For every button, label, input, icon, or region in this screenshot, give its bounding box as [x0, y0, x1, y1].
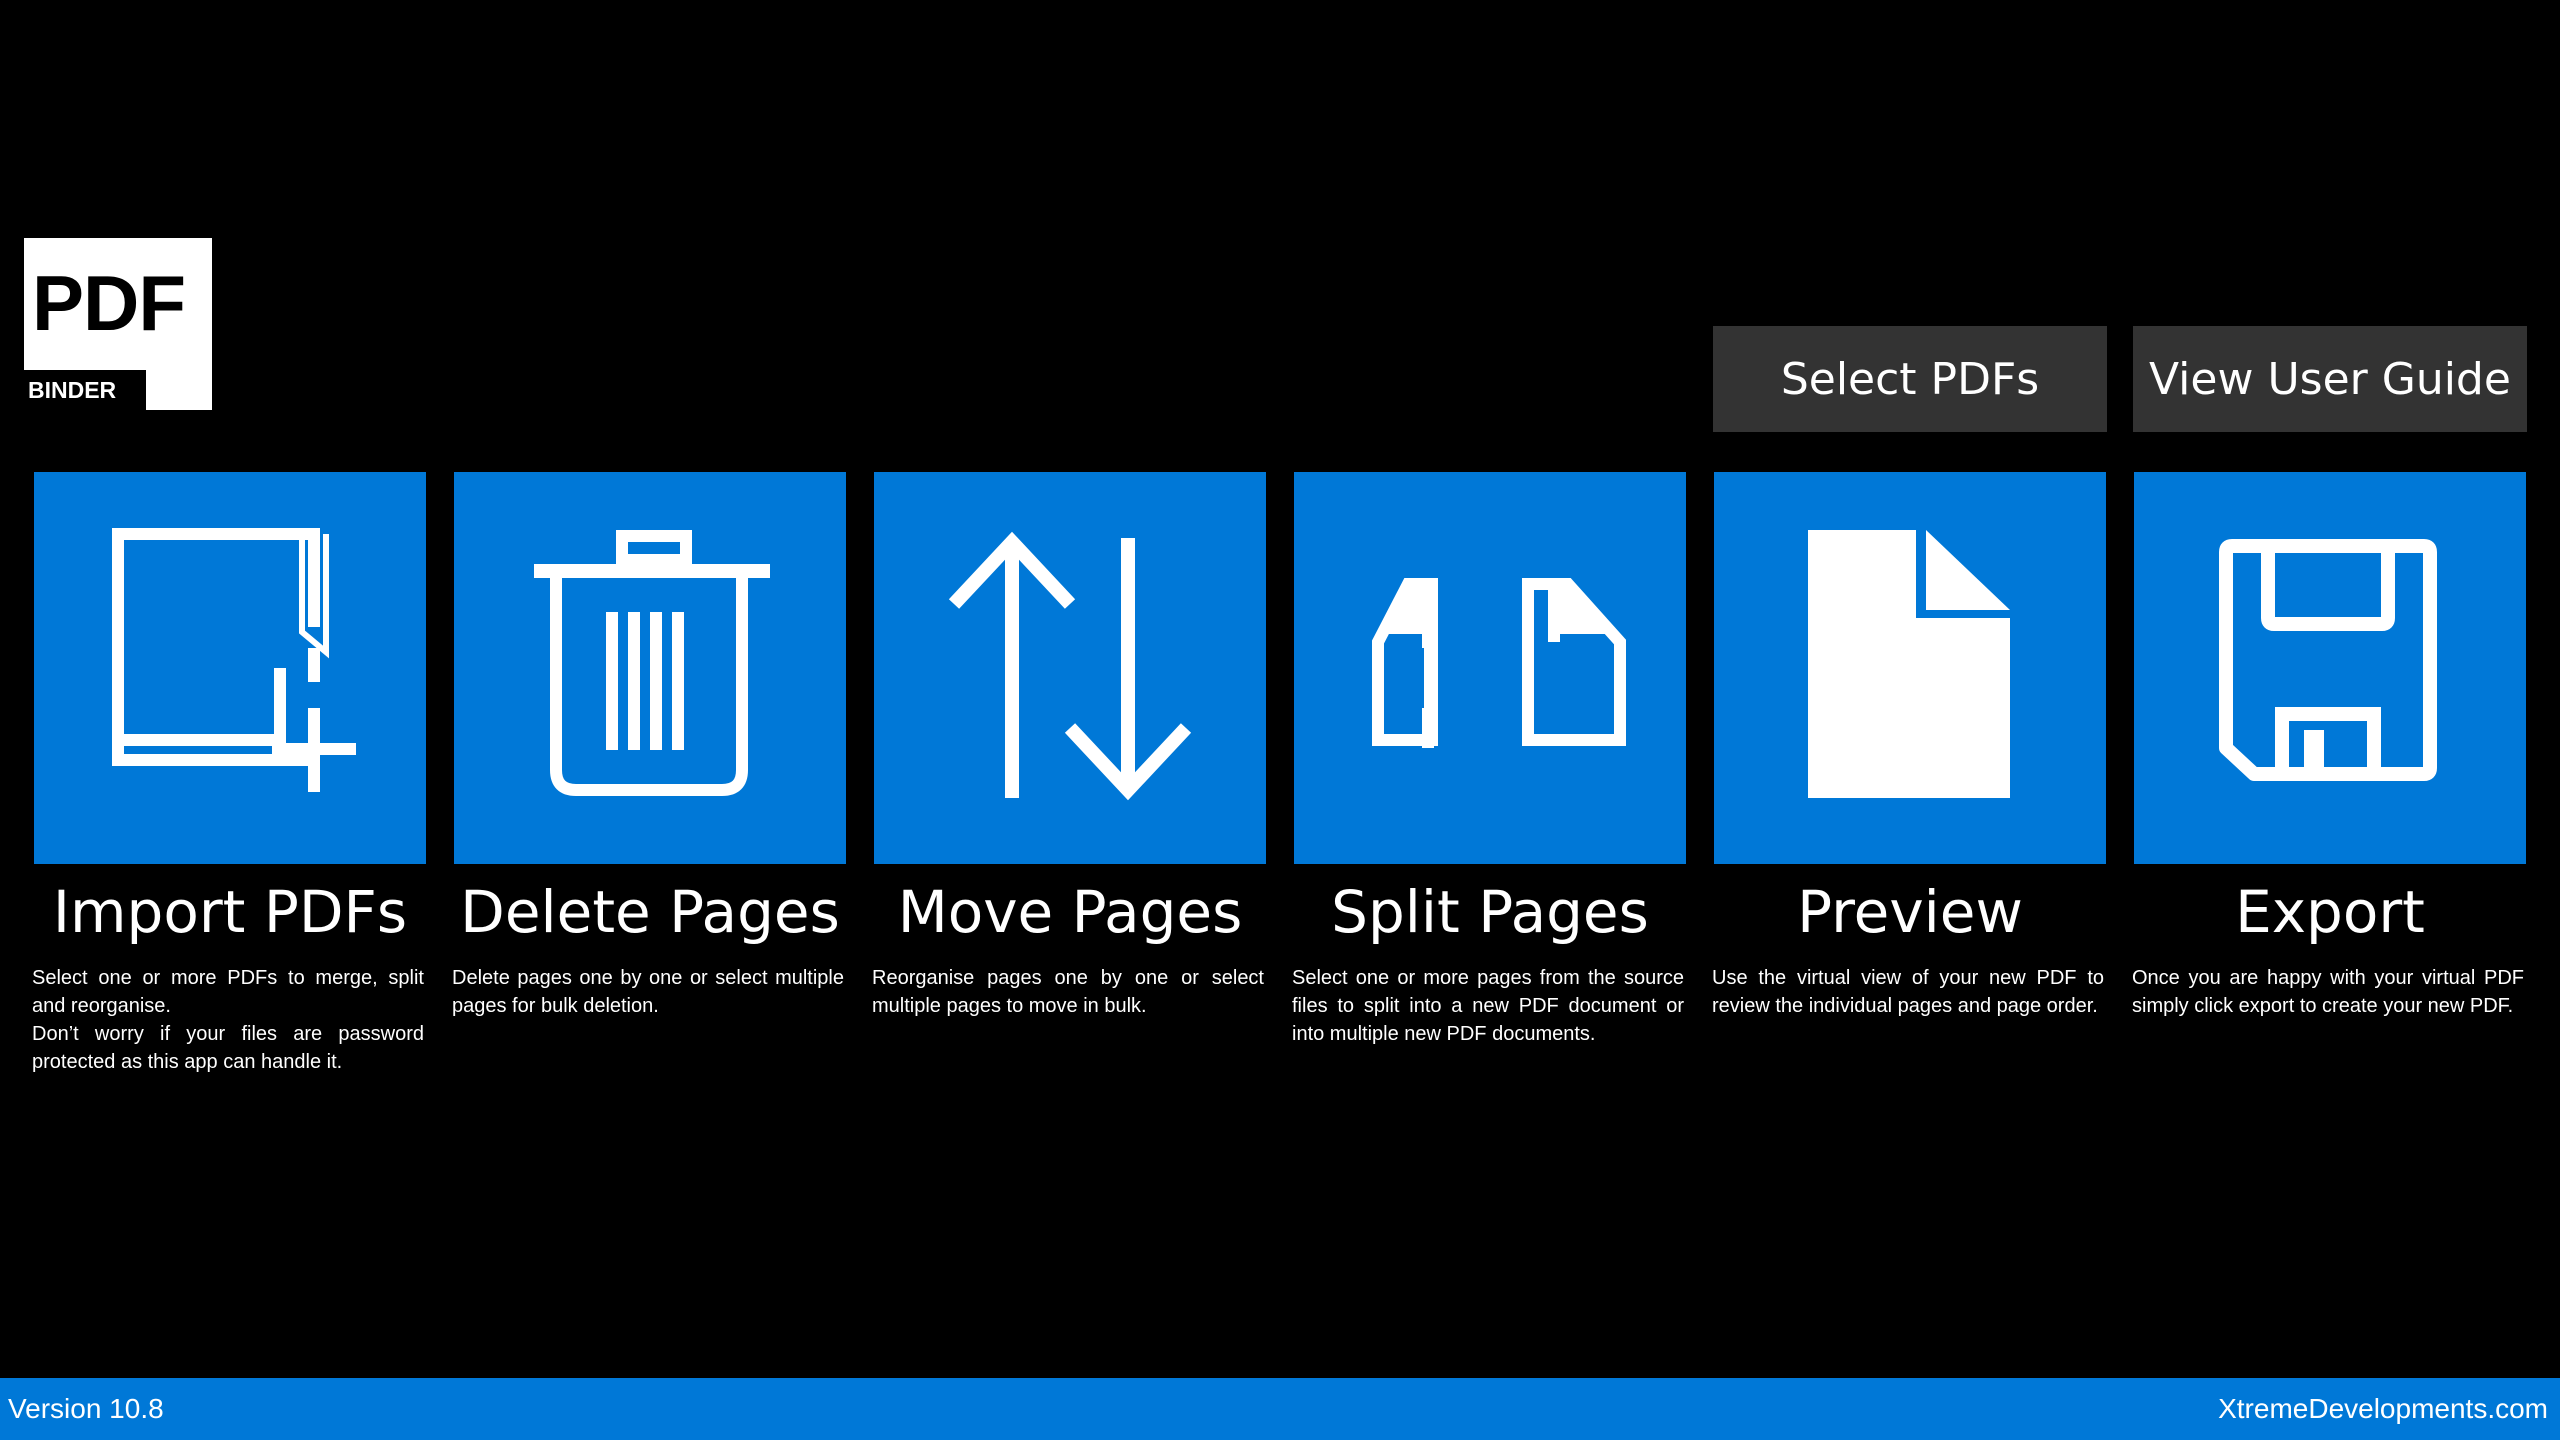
- tile-description: Delete pages one by one or select multip…: [452, 964, 846, 1020]
- tile-delete-pages: Delete Pages Delete pages one by one or …: [452, 472, 846, 1020]
- trash-icon: [534, 530, 770, 796]
- tile-move-pages: Move Pages Reorganise pages one by one o…: [872, 472, 1266, 1020]
- app-logo: PDF BINDER: [24, 238, 212, 410]
- import-pdfs-tile-button[interactable]: [34, 472, 426, 864]
- preview-tile-button[interactable]: [1714, 472, 2106, 864]
- app-window: PDF BINDER Select PDFs View User Guide I…: [0, 0, 2560, 1440]
- tile-description: Once you are happy with your virtual PDF…: [2132, 964, 2526, 1020]
- floppy-disk-icon: [2219, 539, 2437, 781]
- tile-description-line: Reorganise pages one by one or select mu…: [872, 967, 1264, 1017]
- tile-description-line: Use the virtual view of your new PDF to …: [1712, 967, 2104, 1017]
- split-pages-icon: [1372, 578, 1626, 748]
- import-document-icon: [112, 528, 356, 792]
- tile-title: Move Pages: [897, 878, 1243, 946]
- tile-description: Reorganise pages one by one or select mu…: [872, 964, 1266, 1020]
- tile-description-line: Don’t worry if your files are password p…: [32, 1023, 424, 1073]
- tile-split-pages: Split Pages Select one or more pages fro…: [1292, 472, 1686, 1048]
- tile-title: Delete Pages: [460, 878, 840, 946]
- select-pdfs-button[interactable]: Select PDFs: [1713, 326, 2107, 432]
- page-icon: [1808, 530, 2010, 798]
- tile-title: Export: [2235, 878, 2425, 946]
- move-pages-tile-button[interactable]: [874, 472, 1266, 864]
- tile-description-line: Select one or more PDFs to merge, split …: [32, 967, 424, 1017]
- tile-description: Select one or more pages from the source…: [1292, 964, 1686, 1048]
- tile-description-line: Select one or more pages from the source…: [1292, 967, 1684, 1045]
- tile-description: Use the virtual view of your new PDF to …: [1712, 964, 2106, 1020]
- tile-title: Import PDFs: [52, 878, 408, 946]
- tile-title: Preview: [1797, 878, 2023, 946]
- delete-pages-tile-button[interactable]: [454, 472, 846, 864]
- tile-import-pdfs: Import PDFs Select one or more PDFs to m…: [32, 472, 426, 1076]
- tile-export: Export Once you are happy with your virt…: [2132, 472, 2526, 1020]
- split-pages-tile-button[interactable]: [1294, 472, 1686, 864]
- tile-description: Select one or more PDFs to merge, split …: [32, 964, 426, 1076]
- version-label: Version 10.8: [8, 1393, 164, 1424]
- tile-title: Split Pages: [1331, 878, 1649, 946]
- tile-description-line: Once you are happy with your virtual PDF…: [2132, 967, 2524, 1017]
- status-bar: Version 10.8 XtremeDevelopments.com: [0, 1378, 2560, 1440]
- tile-description-line: Delete pages one by one or select multip…: [452, 967, 844, 1017]
- view-user-guide-button[interactable]: View User Guide: [2133, 326, 2527, 432]
- tile-preview: Preview Use the virtual view of your new…: [1712, 472, 2106, 1020]
- export-tile-button[interactable]: [2134, 472, 2526, 864]
- logo-main-text: PDF: [32, 259, 186, 347]
- company-link[interactable]: XtremeDevelopments.com: [2218, 1393, 2548, 1425]
- up-down-arrows-icon: [948, 531, 1192, 801]
- logo-band-text: BINDER: [24, 370, 146, 410]
